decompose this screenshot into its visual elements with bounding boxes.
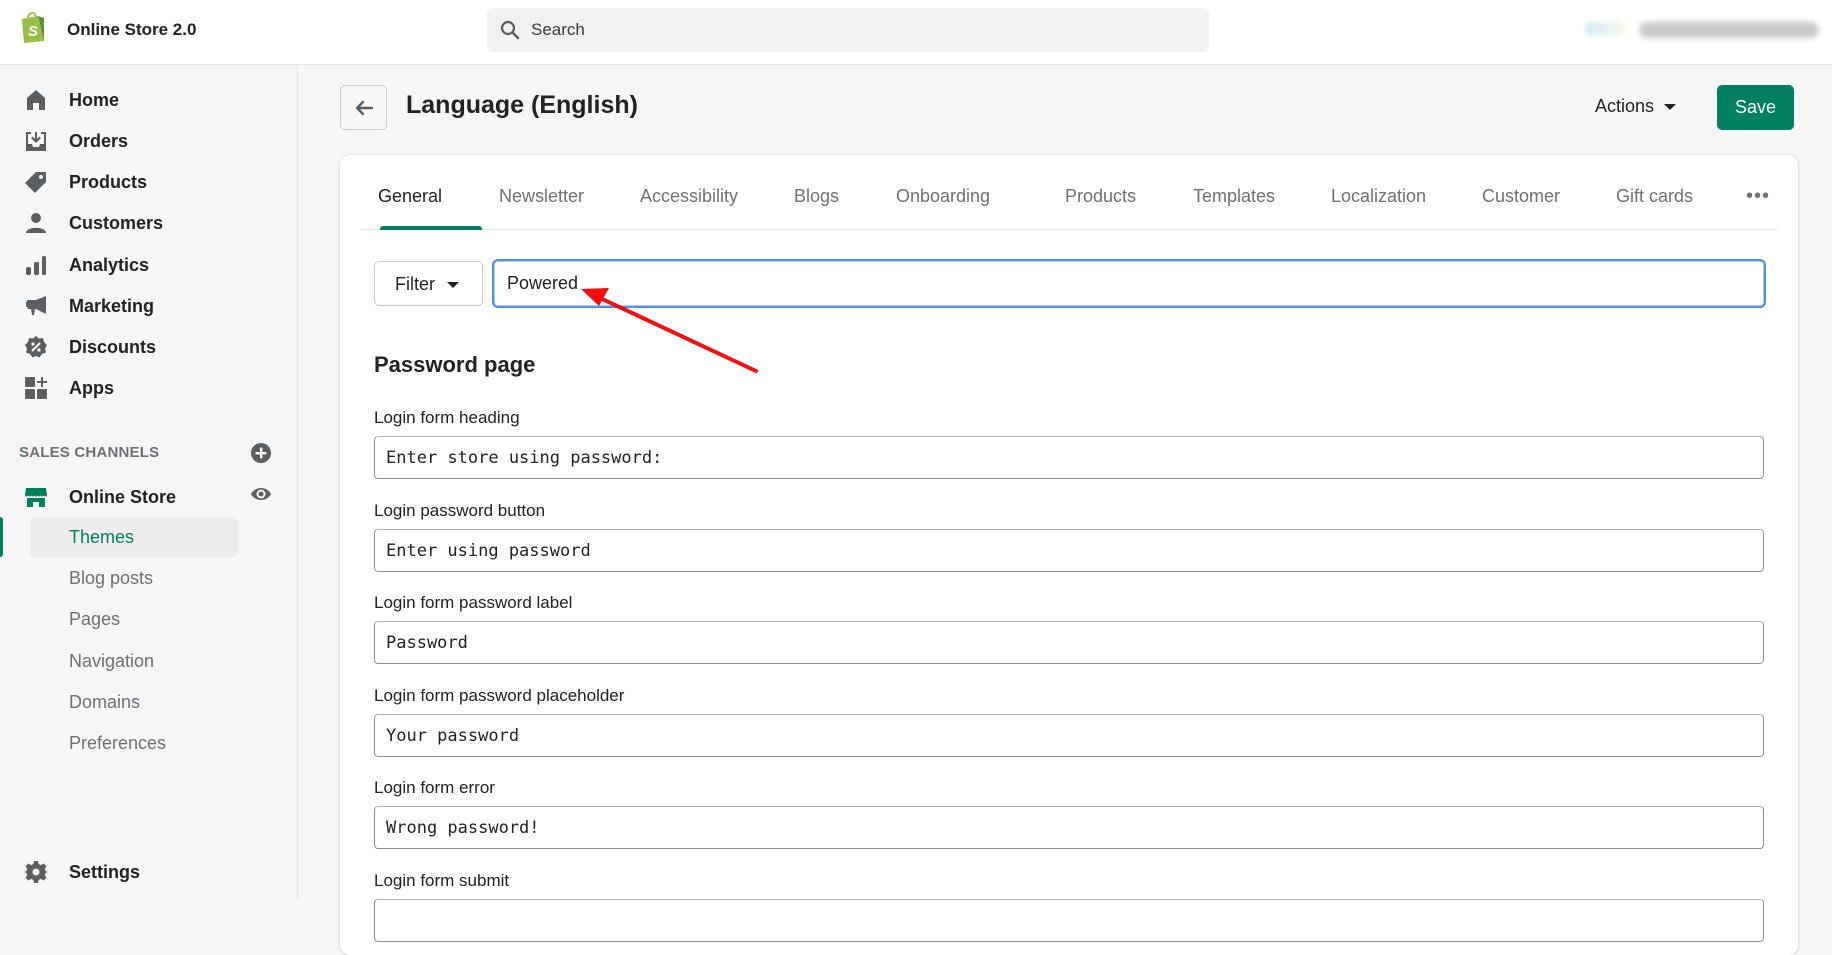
filter-button[interactable]: Filter [374,261,483,306]
save-button[interactable]: Save [1717,85,1794,130]
sidebar-item-label: Marketing [69,296,155,316]
sidebar-item-label: Apps [69,378,114,398]
sidebar-subitem-navigation[interactable]: Navigation [30,641,238,681]
global-search-input[interactable]: Search [487,8,1209,52]
tab-bar: General Newsletter Accessibility Blogs O… [360,155,1778,230]
actions-label: Actions [1595,96,1655,116]
filter-label: Filter [395,274,435,294]
tab-gift-cards[interactable]: Gift cards [1616,186,1693,207]
login-form-password-label-input[interactable] [374,621,1764,664]
sidebar-item-discounts[interactable]: Discounts [0,329,298,365]
home-icon [27,90,45,110]
search-placeholder: Search [531,20,585,39]
sidebar-item-customers[interactable]: Customers [0,205,298,241]
language-editor-card: General Newsletter Accessibility Blogs O… [340,155,1798,955]
sidebar-subitem-label: Pages [69,609,121,629]
tab-accessibility[interactable]: Accessibility [640,186,738,207]
account-email-blurred [1639,22,1819,38]
sidebar-item-apps[interactable]: Apps [0,370,298,406]
active-tab-indicator [380,226,482,230]
login-form-submit-input[interactable] [374,899,1764,942]
sidebar-subitem-preferences[interactable]: Preferences [30,723,238,763]
active-indicator [0,517,3,557]
sidebar-item-label: Analytics [69,255,150,275]
login-form-error-input[interactable] [374,806,1764,849]
discount-icon [25,336,47,358]
tab-customer[interactable]: Customer [1482,186,1560,207]
sidebar-item-home[interactable]: Home [0,82,298,118]
megaphone-icon [26,296,46,315]
sidebar-item-label: Discounts [69,337,157,357]
sidebar-item-label: Settings [69,862,141,882]
account-menu[interactable] [1585,16,1825,44]
tab-blogs[interactable]: Blogs [794,186,839,207]
translation-search-input[interactable] [492,259,1766,308]
sidebar-item-label: Online Store [69,487,177,507]
sidebar-item-analytics[interactable]: Analytics [0,247,298,283]
tab-localization[interactable]: Localization [1331,186,1426,207]
field-label: Login form heading [374,408,520,427]
field-label: Login form error [374,778,495,797]
search-icon [500,20,520,40]
sidebar-subitem-blog-posts[interactable]: Blog posts [30,558,238,598]
sidebar-item-label: Customers [69,213,164,233]
top-bar: S Online Store 2.0 Search [0,0,1832,65]
field-label: Login form password label [374,593,573,612]
tag-icon [25,172,46,193]
field-label: Login form submit [374,871,510,890]
section-heading: Password page [374,352,536,377]
sidebar-item-settings[interactable]: Settings [0,854,298,890]
sidebar-item-marketing[interactable]: Marketing [0,288,298,324]
sidebar: Home Orders Products Customers Analytics… [0,65,298,900]
actions-menu-button[interactable]: Actions [1595,96,1677,120]
sidebar-subitem-themes[interactable]: Themes [30,517,238,557]
sidebar-item-label: Orders [69,131,129,151]
tab-general[interactable]: General [378,186,442,207]
bar-chart-icon [26,256,46,275]
sidebar-subitem-label: Themes [69,527,135,547]
login-form-heading-input[interactable] [374,436,1764,479]
store-name[interactable]: Online Store 2.0 [67,20,196,40]
svg-text:S: S [28,23,38,40]
store-icon [25,488,47,507]
sidebar-subitem-label: Preferences [69,733,167,753]
sidebar-subitem-label: Navigation [69,651,155,671]
field-label: Login password button [374,501,546,520]
login-password-button-input[interactable] [374,529,1764,572]
back-button[interactable] [340,85,387,130]
more-tabs-icon[interactable]: ••• [1746,185,1770,208]
add-sales-channel-icon[interactable] [250,442,272,464]
sidebar-item-orders[interactable]: Orders [0,123,298,159]
tab-products[interactable]: Products [1065,186,1136,207]
tab-templates[interactable]: Templates [1193,186,1275,207]
sidebar-item-label: Home [69,90,120,110]
person-icon [26,213,46,233]
sales-channels-title: SALES CHANNELS [19,444,160,461]
field-label: Login form password placeholder [374,686,625,705]
sidebar-subitem-label: Domains [69,692,141,712]
shopify-logo-icon[interactable]: S [18,10,48,44]
page-title: Language (English) [406,91,638,119]
apps-icon [25,377,47,399]
sidebar-item-products[interactable]: Products [0,164,298,200]
orders-icon [26,132,46,151]
avatar [1585,22,1625,36]
sidebar-subitem-pages[interactable]: Pages [30,599,238,639]
sidebar-item-label: Products [69,172,148,192]
tab-newsletter[interactable]: Newsletter [499,186,584,207]
gear-icon [24,861,48,883]
caret-down-icon [447,282,459,288]
login-form-password-placeholder-input[interactable] [374,714,1764,757]
caret-down-icon [1664,104,1677,111]
sidebar-subitem-label: Blog posts [69,568,154,588]
sidebar-subitem-domains[interactable]: Domains [30,682,238,722]
view-store-eye-icon[interactable] [250,483,272,505]
tab-onboarding[interactable]: Onboarding [896,186,990,207]
arrow-left-icon [355,100,374,116]
